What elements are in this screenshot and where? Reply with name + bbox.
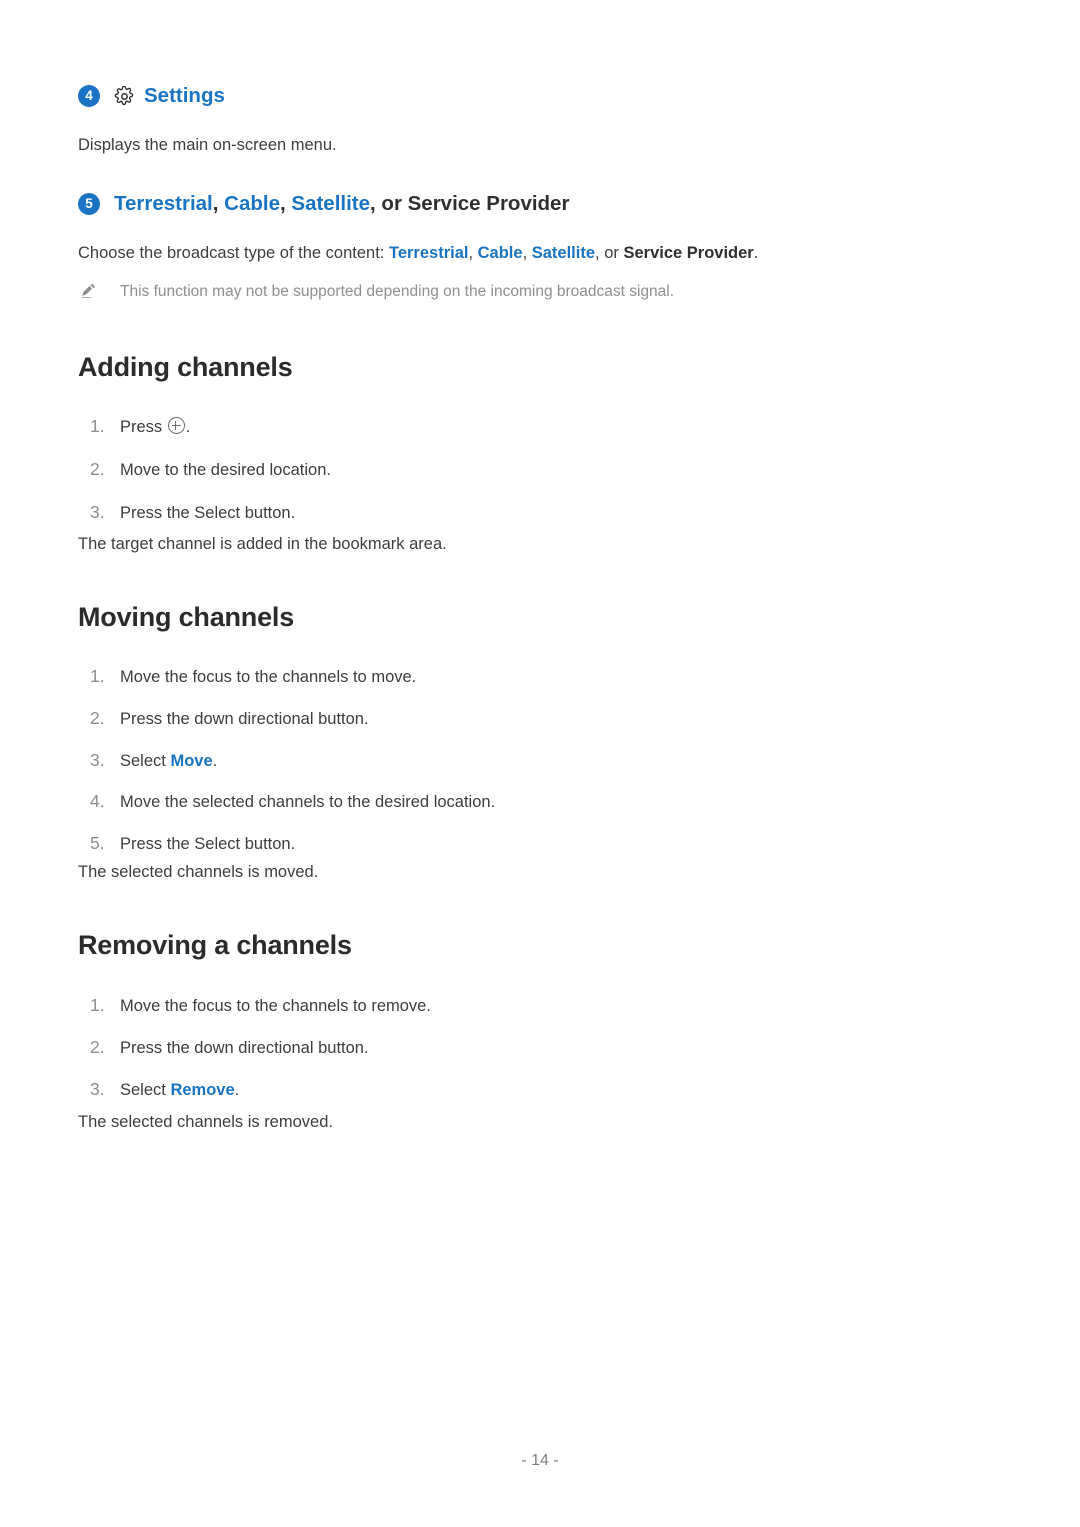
- document-page: 4 Settings Displays the main on-screen m…: [0, 0, 1080, 1527]
- step-text: Press the down directional button.: [120, 1038, 369, 1057]
- desc-sep-2: ,: [522, 244, 532, 262]
- section-heading-removing-channels: Removing a channels: [78, 930, 352, 960]
- step-highlight-move: Move: [170, 751, 213, 770]
- step-text: Move the focus to the channels to move.: [120, 668, 417, 686]
- step-text: Move to the desired location.: [120, 460, 331, 479]
- steps-list-removing-channels: 1. Move the focus to the channels to rem…: [78, 992, 1002, 1102]
- term-satellite: Satellite: [291, 192, 371, 215]
- gear-icon: [114, 85, 135, 107]
- desc-mid: , or: [595, 244, 624, 262]
- result-text-adding-channels: The target channel is added in the bookm…: [78, 535, 447, 553]
- result-text-removing-channels: The selected channels is removed.: [78, 1113, 333, 1131]
- term-cable: Cable: [224, 192, 280, 215]
- separator-2: ,: [280, 192, 292, 215]
- desc-term-terrestrial: Terrestrial: [388, 244, 469, 262]
- section-heading-moving-channels: Moving channels: [78, 602, 295, 632]
- list-item-settings-heading: 4 Settings: [78, 84, 1002, 108]
- step-marker: 3.: [90, 1078, 105, 1099]
- broadcast-note: This function may not be supported depen…: [78, 280, 1002, 303]
- step-text-pre: Press: [120, 418, 167, 436]
- steps-list-adding-channels: 1. Press . 2. Move to the desired locati…: [78, 413, 1002, 525]
- step-text: Press the Select button.: [120, 835, 296, 853]
- term-terrestrial: Terrestrial: [114, 192, 213, 215]
- list-item: 4. Move the selected channels to the des…: [78, 788, 1002, 815]
- list-item: 3. Press the Select button.: [78, 499, 1002, 526]
- step-highlight-remove: Remove: [170, 1080, 235, 1099]
- step-text: Select Move.: [120, 749, 1002, 774]
- step-text: Press the Select button.: [120, 503, 296, 522]
- settings-description: Displays the main on-screen menu.: [78, 136, 337, 154]
- step-marker: 1.: [90, 995, 105, 1015]
- list-item: 2. Press the down directional button.: [78, 705, 1002, 732]
- desc-sep-1: ,: [468, 244, 478, 262]
- badge-number-4: 4: [78, 85, 100, 107]
- list-item: 5. Press the Select button.: [78, 830, 1002, 857]
- step-text: Move the selected channels to the desire…: [120, 793, 496, 812]
- result-text-moving-channels: The selected channels is moved.: [78, 863, 319, 881]
- step-marker: 2.: [90, 1036, 105, 1057]
- step-marker: 1.: [90, 666, 105, 686]
- list-item: 1. Press .: [78, 413, 1002, 440]
- step-marker: 3.: [90, 501, 105, 522]
- step-marker: 3.: [90, 749, 105, 770]
- step-marker: 2.: [90, 707, 105, 728]
- list-item: 1. Move the focus to the channels to mov…: [78, 663, 1002, 690]
- desc-end: .: [753, 244, 759, 262]
- list-item: 2. Press the down directional button.: [78, 1034, 1002, 1061]
- step-marker: 5.: [90, 833, 105, 853]
- note-text: This function may not be supported depen…: [120, 283, 675, 300]
- desc-term-satellite: Satellite: [531, 244, 596, 262]
- section-heading-adding-channels: Adding channels: [78, 352, 293, 382]
- step-marker: 1.: [90, 416, 105, 436]
- steps-list-moving-channels: 1. Move the focus to the channels to mov…: [78, 663, 1002, 857]
- list-item: 3. Select Move.: [78, 747, 1002, 774]
- pencil-icon: [78, 282, 98, 300]
- step-text-pre: Select: [120, 1080, 171, 1099]
- step-text: Move the focus to the channels to remove…: [120, 997, 431, 1015]
- broadcast-description: Choose the broadcast type of the content…: [78, 241, 1002, 266]
- step-marker: 4.: [90, 791, 105, 812]
- step-text-post: .: [185, 418, 191, 436]
- desc-term-service-provider: Service Provider: [623, 244, 754, 262]
- page-number-footer: - 14 -: [521, 1452, 559, 1469]
- list-item: 3. Select Remove.: [78, 1076, 1002, 1103]
- step-text-pre: Select: [120, 751, 171, 770]
- step-text-post: .: [212, 751, 218, 770]
- list-item-broadcast-heading: 5 Terrestrial, Cable, Satellite, or Serv…: [78, 192, 1002, 216]
- term-service-provider-tail: , or Service Provider: [370, 192, 570, 215]
- step-text: Press the down directional button.: [120, 709, 369, 728]
- separator-1: ,: [212, 192, 225, 215]
- list-item: 1. Move the focus to the channels to rem…: [78, 992, 1002, 1019]
- description-lead: Choose the broadcast type of the content…: [78, 244, 389, 262]
- step-text-post: .: [234, 1080, 240, 1099]
- circle-plus-icon: [167, 417, 185, 434]
- desc-term-cable: Cable: [477, 244, 523, 262]
- step-text: Press .: [120, 415, 1002, 440]
- step-text: Select Remove.: [120, 1078, 1002, 1103]
- settings-label: Settings: [144, 84, 225, 107]
- list-item: 2. Move to the desired location.: [78, 456, 1002, 483]
- broadcast-heading-text: Terrestrial, Cable, Satellite, or Servic…: [114, 192, 569, 216]
- badge-number-5: 5: [78, 193, 100, 215]
- step-marker: 2.: [90, 458, 105, 479]
